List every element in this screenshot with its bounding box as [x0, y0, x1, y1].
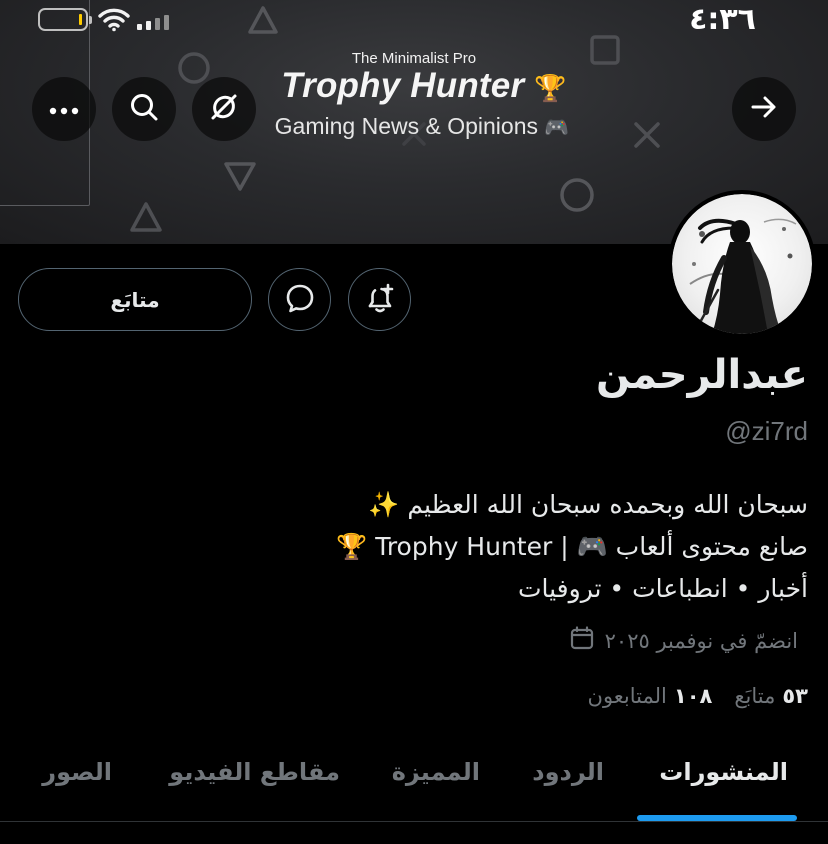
trophy-icon: 🏆 — [534, 73, 567, 103]
tab-highlights[interactable]: المميزة — [392, 758, 480, 786]
battery-icon — [38, 8, 92, 31]
message-button[interactable] — [268, 268, 331, 331]
following-button-label: متابَع — [110, 287, 160, 312]
followers-count: ١٠٨ — [673, 684, 713, 708]
bio-line: أخبار • انطباعات • تروفيات — [517, 574, 808, 603]
profile-bio: سبحان الله وبحمده سبحان الله العظيم ✨ صا… — [18, 484, 808, 610]
triangle-icon — [128, 200, 164, 234]
search-button[interactable] — [112, 77, 176, 141]
status-bar: ٤:٣٦ — [0, 0, 828, 40]
joined-date: انضمّ في نوفمبر ٢٠٢٥ — [569, 625, 798, 656]
tab-replies[interactable]: الردود — [532, 758, 604, 786]
following-count: ٥٣ — [782, 684, 808, 708]
grok-button[interactable] — [192, 77, 256, 141]
more-button[interactable] — [32, 77, 96, 141]
profile-tabs: المنشورات الردود المميزة مقاطع الفيديو ا… — [0, 742, 828, 822]
following-button[interactable]: متابَع — [18, 268, 252, 331]
user-handle: @zi7rd — [725, 416, 808, 446]
followers-label: المتابعون — [587, 684, 667, 708]
status-time: ٤:٣٦ — [689, 2, 756, 37]
grok-icon — [208, 91, 240, 127]
bio-line: صانع محتوى ألعاب 🎮 | Trophy Hunter 🏆 — [336, 532, 808, 561]
followers-stat[interactable]: ١٠٨ المتابعون — [588, 684, 713, 708]
search-icon — [129, 92, 159, 126]
calendar-icon — [569, 625, 595, 656]
active-tab-indicator — [637, 815, 797, 821]
display-name: عبدالرحمن — [595, 352, 808, 398]
notifications-button[interactable] — [348, 268, 411, 331]
joined-date-text: انضمّ في نوفمبر ٢٠٢٥ — [604, 628, 798, 653]
wifi-icon — [98, 8, 130, 36]
bell-plus-icon — [364, 282, 396, 318]
following-stat[interactable]: ٥٣ متابَع — [734, 684, 808, 708]
tab-posts[interactable]: المنشورات — [659, 758, 788, 786]
cellular-signal-icon — [137, 15, 169, 30]
circle-icon — [558, 176, 596, 214]
forward-button[interactable] — [732, 77, 796, 141]
tab-videos[interactable]: مقاطع الفيديو — [169, 758, 340, 786]
arrow-right-icon — [750, 94, 778, 124]
following-label: متابَع — [734, 684, 776, 708]
gamepad-icon: 🎮 — [544, 117, 570, 139]
avatar-samurai-image — [672, 194, 812, 334]
bio-line: سبحان الله وبحمده سبحان الله العظيم ✨ — [368, 490, 808, 519]
follow-stats: ٥٣ متابَع ١٠٨ المتابعون — [588, 684, 808, 708]
banner-tagline-text: Gaming News & Opinions — [274, 113, 539, 139]
avatar[interactable] — [668, 190, 816, 338]
banner-title-text: Trophy Hunter — [281, 66, 525, 105]
triangle-down-icon — [222, 158, 258, 194]
message-bubble-icon — [284, 282, 316, 318]
tab-photos[interactable]: الصور — [42, 758, 112, 786]
more-horizontal-icon — [49, 100, 79, 119]
banner-subtitle: The Minimalist Pro — [351, 50, 477, 67]
